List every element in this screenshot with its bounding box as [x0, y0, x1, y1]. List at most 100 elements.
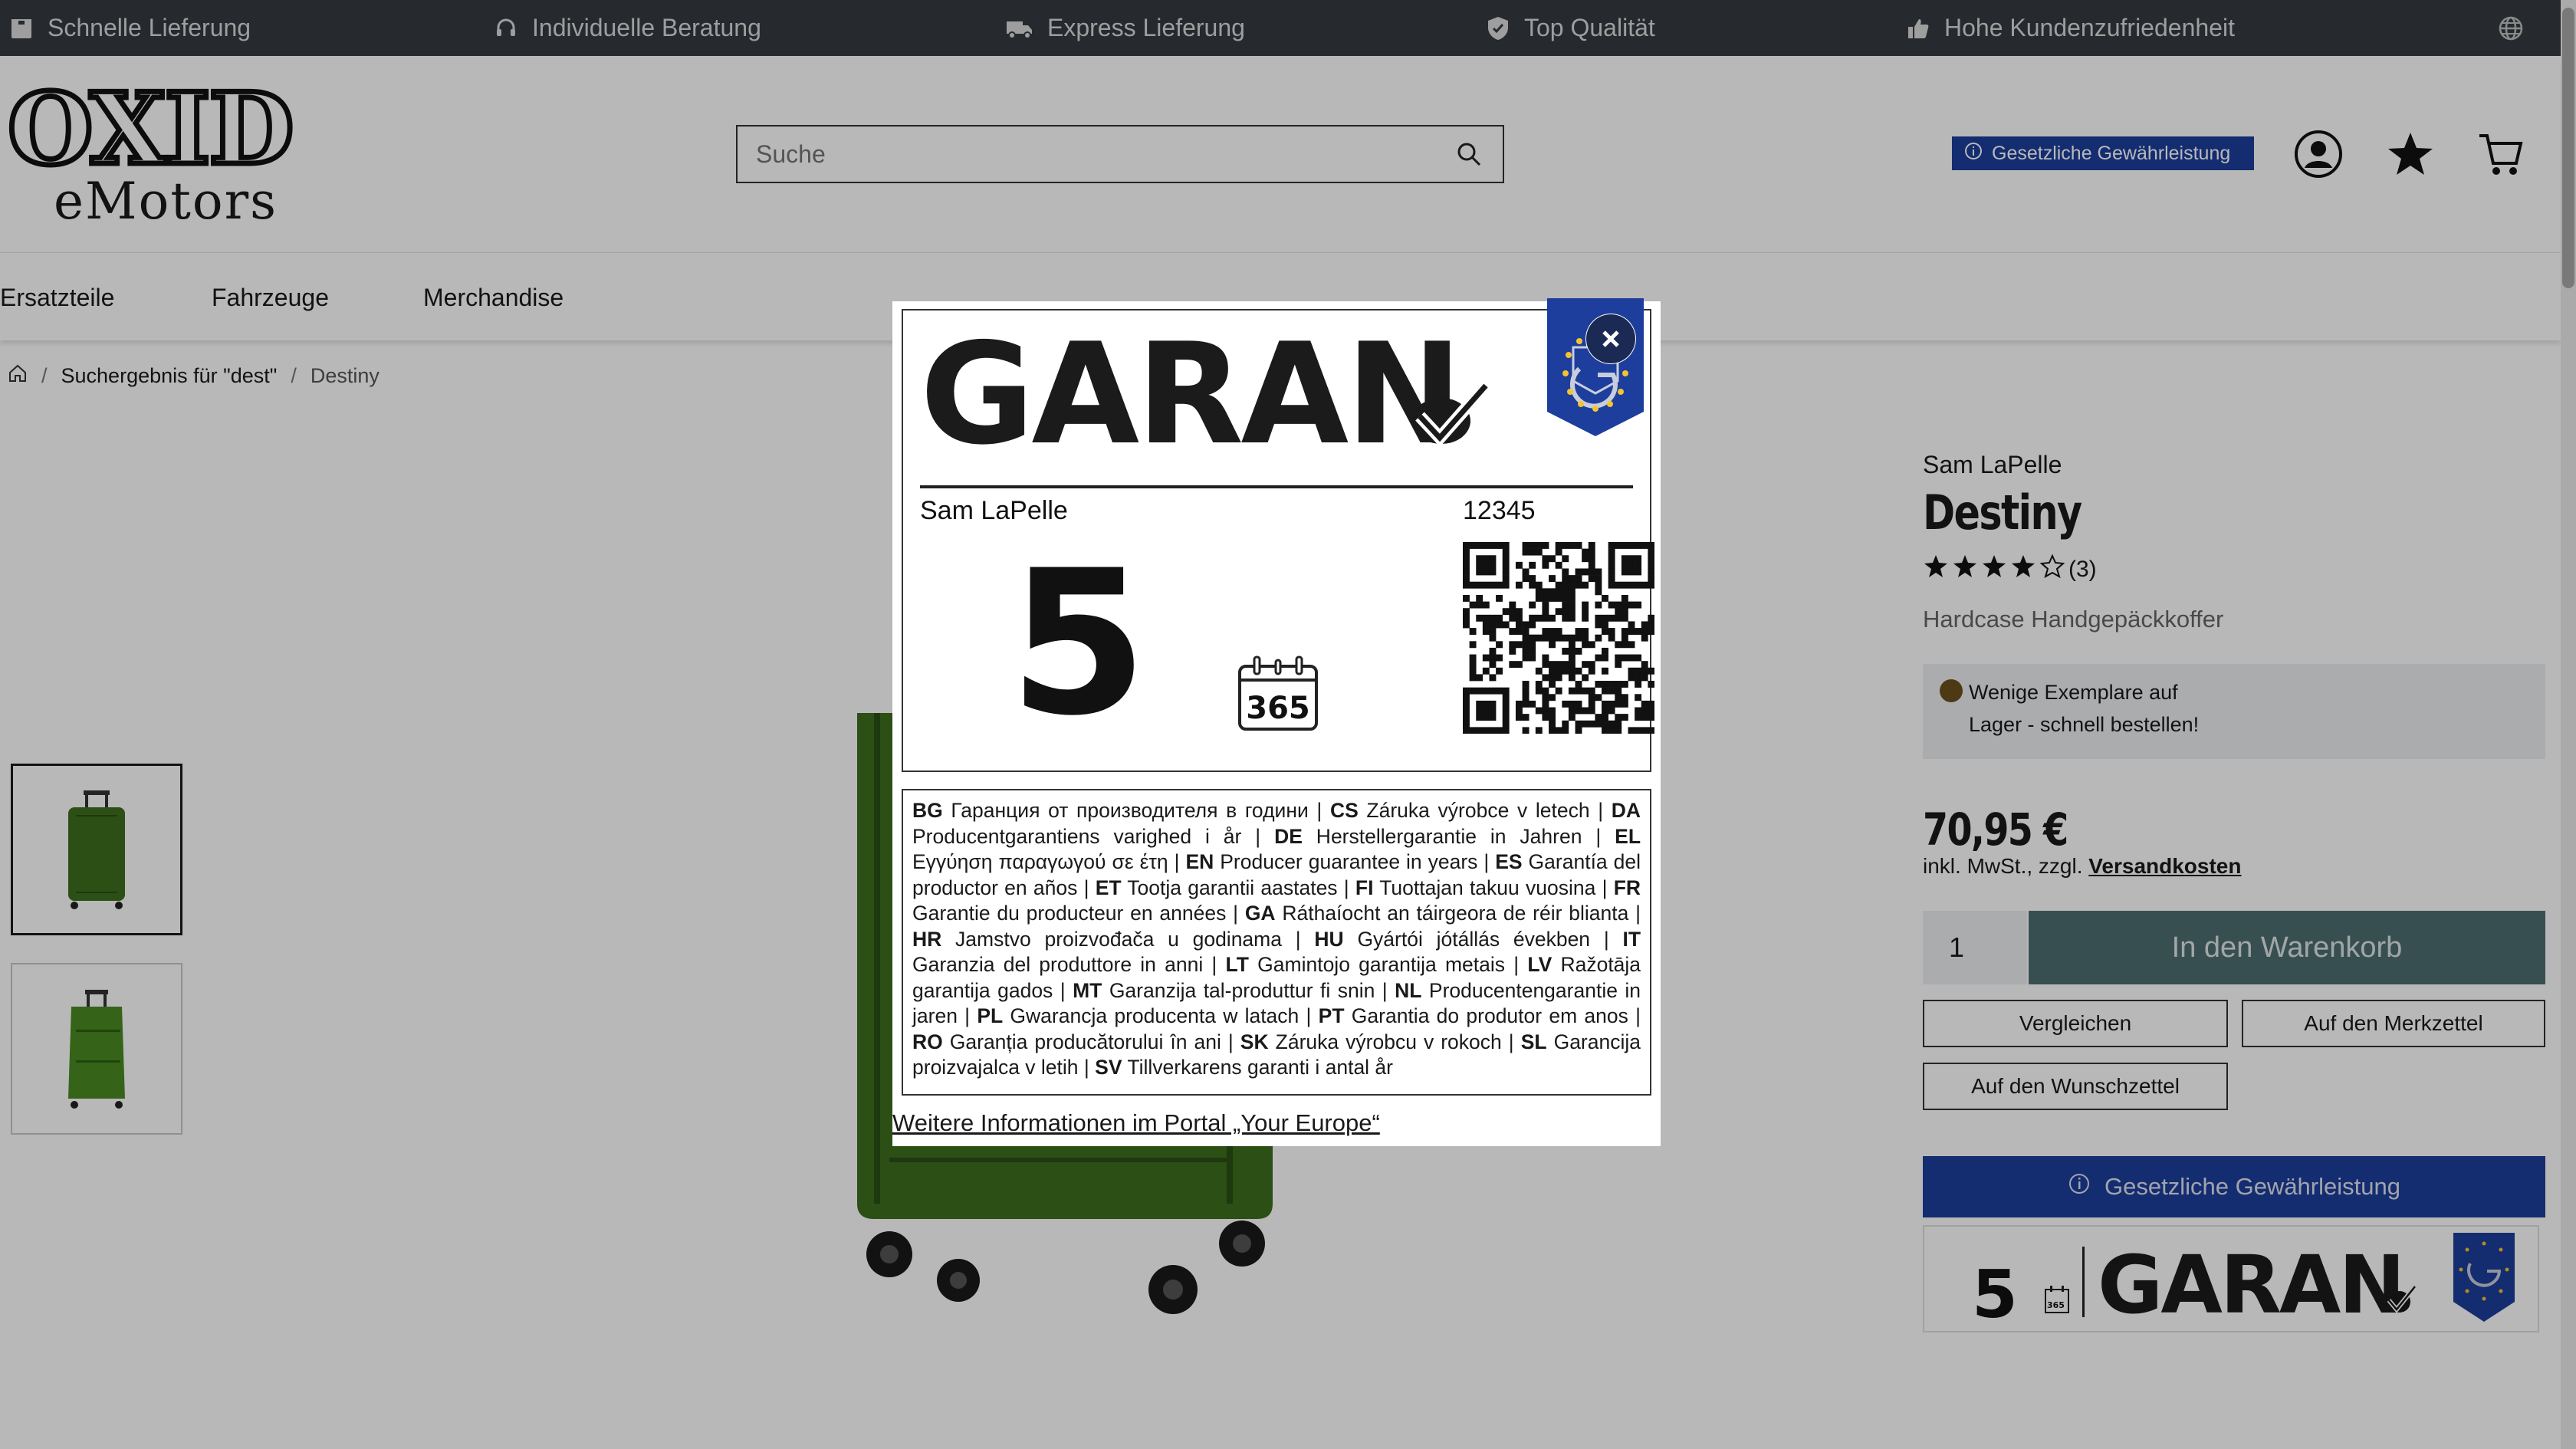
qr-module [1463, 542, 1470, 549]
qr-module [1641, 542, 1648, 549]
qr-module [1515, 641, 1523, 649]
qr-module [1635, 707, 1642, 715]
qr-module [1575, 707, 1582, 715]
qr-module [1482, 568, 1490, 576]
qr-module [1502, 575, 1510, 583]
qr-module [1648, 555, 1655, 563]
language-code: EN [1185, 850, 1214, 873]
qr-module [1535, 634, 1543, 642]
qr-module [1542, 694, 1549, 702]
qr-module [1562, 601, 1569, 609]
qr-module [1582, 568, 1589, 576]
qr-module [1562, 542, 1569, 549]
language-code: RO [912, 1030, 943, 1053]
qr-module [1535, 548, 1543, 556]
translation-entry: PT Garantia do produtor em anos [1318, 1004, 1628, 1027]
qr-module [1509, 647, 1516, 655]
qr-module [1588, 641, 1595, 649]
qr-module [1502, 720, 1510, 728]
qr-module [1529, 654, 1536, 662]
qr-module [1635, 681, 1642, 688]
translation-entry: RO Garanția producătorului în ani [912, 1030, 1221, 1053]
qr-module [1641, 727, 1648, 734]
qr-module [1535, 727, 1543, 734]
qr-module [1476, 614, 1484, 622]
language-code: NL [1395, 978, 1422, 1002]
language-code: SV [1095, 1056, 1122, 1079]
qr-module [1568, 594, 1576, 602]
qr-module [1542, 674, 1549, 682]
qr-module [1529, 575, 1536, 583]
qr-module [1568, 700, 1576, 708]
qr-module [1568, 654, 1576, 662]
qr-module [1575, 568, 1582, 576]
qr-module [1562, 608, 1569, 616]
qr-module [1522, 568, 1530, 576]
qr-module [1529, 634, 1536, 642]
qr-module [1515, 661, 1523, 669]
qr-module [1469, 687, 1477, 695]
qr-module [1542, 700, 1549, 708]
language-code: PT [1318, 1004, 1345, 1027]
qr-module [1608, 634, 1615, 642]
qr-module [1555, 581, 1562, 589]
qr-module [1522, 647, 1530, 655]
qr-module [1496, 687, 1503, 695]
qr-code[interactable] [1463, 542, 1655, 734]
qr-module [1608, 568, 1615, 576]
qr-module [1582, 628, 1589, 635]
translation-entry: HU Gyártói jótállás években [1314, 927, 1591, 951]
qr-module [1615, 714, 1622, 721]
qr-module [1648, 681, 1655, 688]
qr-module [1476, 542, 1484, 549]
qr-module [1476, 687, 1484, 695]
qr-module [1575, 681, 1582, 688]
qr-module [1515, 714, 1523, 721]
qr-module [1482, 700, 1490, 708]
qr-module [1529, 548, 1536, 556]
qr-module [1489, 568, 1497, 576]
qr-module [1621, 714, 1628, 721]
qr-module [1469, 674, 1477, 682]
qr-module [1575, 634, 1582, 642]
warranty-modal: GARAN Sam LaPelle 12345 5 365 BG Гаранци… [892, 298, 1661, 1146]
seller-name: Sam LaPelle [920, 496, 1068, 525]
qr-module [1482, 707, 1490, 715]
qr-module [1628, 542, 1635, 549]
qr-module [1602, 720, 1608, 728]
language-code: HR [912, 927, 942, 951]
qr-module [1608, 707, 1615, 715]
qr-module [1549, 674, 1556, 682]
qr-module [1641, 581, 1648, 589]
qr-module [1496, 621, 1503, 629]
qr-module [1549, 555, 1556, 563]
qr-module [1568, 641, 1576, 649]
qr-module [1482, 561, 1490, 569]
qr-module [1615, 694, 1622, 702]
qr-module [1602, 628, 1608, 635]
qr-module [1608, 614, 1615, 622]
close-modal-button[interactable] [1585, 314, 1636, 364]
qr-module [1489, 707, 1497, 715]
qr-module [1482, 654, 1490, 662]
qr-module [1535, 687, 1543, 695]
language-code: IT [1622, 927, 1641, 951]
qr-module [1635, 568, 1642, 576]
qr-module [1529, 647, 1536, 655]
qr-module [1542, 561, 1549, 569]
qr-module [1608, 720, 1615, 728]
qr-module [1509, 608, 1516, 616]
qr-module [1535, 542, 1543, 549]
qr-module [1562, 720, 1569, 728]
qr-module [1463, 707, 1470, 715]
qr-module [1575, 575, 1582, 583]
qr-module [1621, 641, 1628, 649]
qr-module [1621, 555, 1628, 563]
qr-module [1515, 621, 1523, 629]
qr-module [1641, 700, 1648, 708]
qr-module [1582, 641, 1589, 649]
your-europe-link[interactable]: Weitere Informationen im Portal „Your Eu… [892, 1109, 1380, 1137]
qr-module [1469, 727, 1477, 734]
qr-module [1608, 687, 1615, 695]
qr-module [1641, 628, 1648, 635]
